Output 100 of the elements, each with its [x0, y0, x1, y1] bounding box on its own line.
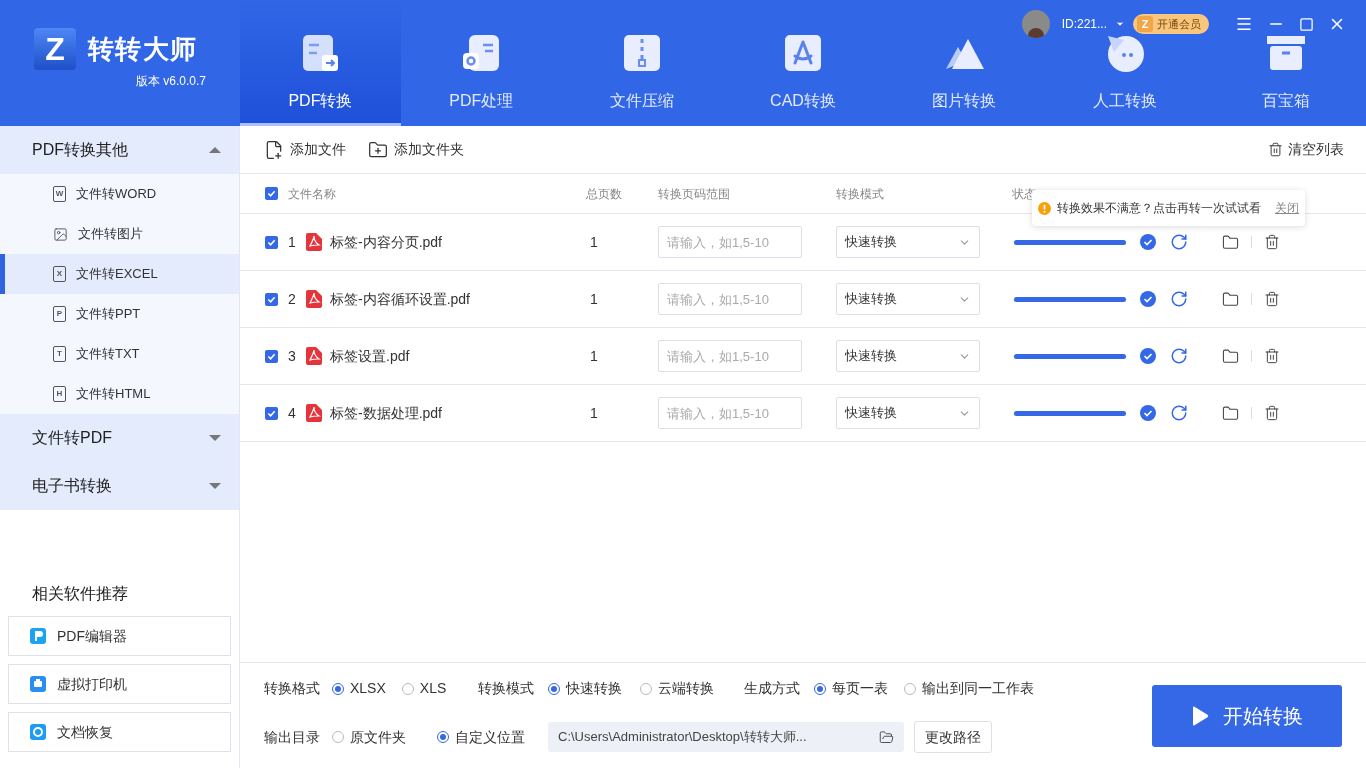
pdf-file-icon	[306, 347, 322, 365]
pdf-file-icon	[306, 233, 322, 251]
radio-option[interactable]: 原文件夹	[332, 726, 427, 748]
folder-icon[interactable]	[1222, 404, 1239, 422]
folder-icon[interactable]	[1222, 347, 1239, 365]
related-app-button[interactable]: 文档恢复	[8, 712, 231, 752]
close-link[interactable]: 关闭	[1275, 199, 1299, 217]
add-folder-button[interactable]: 添加文件夹	[368, 139, 464, 160]
document-gear-icon	[461, 33, 502, 73]
page-count: 1	[589, 403, 599, 423]
sidebar-item[interactable]: P 文件转PPT	[0, 294, 239, 334]
compass-icon	[783, 33, 823, 73]
maximize-icon[interactable]	[1299, 16, 1314, 32]
page-range-input[interactable]: 请输入，如1,5-10	[658, 340, 802, 372]
add-file-icon	[264, 139, 284, 160]
expand-icon	[209, 482, 221, 490]
sidebar-group[interactable]: PDF转换其他	[0, 126, 239, 174]
column-header: 转换模式	[836, 185, 885, 203]
done-check-icon	[1140, 291, 1156, 307]
collapse-icon	[209, 146, 221, 154]
dropdown-icon[interactable]	[1115, 19, 1125, 29]
page-range-input[interactable]: 请输入，如1,5-10	[658, 226, 802, 258]
file-name: 标签设置.pdf	[330, 346, 410, 366]
row-number: 3	[288, 346, 297, 366]
document-icon: P	[53, 306, 66, 322]
page-count: 1	[589, 232, 599, 252]
radio-option[interactable]: XLS	[401, 678, 447, 699]
tooltip-text: 转换效果不满意？点击再转一次试试看	[1057, 200, 1261, 217]
recovery-icon	[29, 723, 47, 741]
printer-icon	[29, 675, 47, 693]
folder-icon[interactable]	[1222, 233, 1239, 251]
app-logo: Z	[34, 28, 76, 70]
checkbox[interactable]	[265, 292, 278, 306]
document-icon: H	[53, 386, 66, 402]
folder-icon[interactable]	[879, 729, 894, 745]
sidebar-group[interactable]: 文件转PDF	[0, 414, 239, 462]
mode-select[interactable]: 快速转换	[836, 226, 980, 258]
mode-select[interactable]: 快速转换	[836, 283, 980, 315]
mode-select[interactable]: 快速转换	[836, 397, 980, 429]
mode-select[interactable]: 快速转换	[836, 340, 980, 372]
sidebar-item[interactable]: W 文件转WORD	[0, 174, 239, 214]
account-id[interactable]: ID:221...	[1061, 15, 1107, 33]
path-field[interactable]: C:\Users\Administrator\Desktop\转转大师...	[548, 722, 904, 752]
option-label: 生成方式	[744, 679, 801, 698]
column-header: 文件名称	[288, 185, 337, 203]
sidebar-item[interactable]: T 文件转TXT	[0, 334, 239, 374]
radio-option[interactable]: 快速转换	[548, 678, 623, 699]
trash-icon	[1268, 142, 1283, 157]
column-header: 转换页码范围	[658, 185, 731, 203]
sidebar-item[interactable]: 文件转图片	[0, 214, 239, 254]
add-file-button[interactable]: 添加文件	[264, 139, 346, 160]
delete-icon[interactable]	[1264, 234, 1280, 250]
radio-option[interactable]: 每页一表	[814, 678, 889, 699]
file-name: 标签-内容循环设置.pdf	[330, 289, 470, 309]
row-number: 2	[288, 289, 297, 309]
change-path-button[interactable]: 更改路径	[914, 721, 992, 753]
row-number: 1	[288, 232, 297, 252]
nav-tab[interactable]: CAD转换	[722, 0, 884, 126]
nav-tab[interactable]: 图片转换	[883, 0, 1045, 126]
retry-icon[interactable]	[1170, 290, 1188, 308]
radio-option[interactable]: XLSX	[332, 678, 386, 699]
related-app-button[interactable]: 虚拟打印机	[8, 664, 231, 704]
option-label: 输出目录	[264, 727, 320, 747]
menu-icon[interactable]	[1235, 15, 1253, 33]
retry-icon[interactable]	[1170, 404, 1188, 422]
start-button[interactable]: 开始转换	[1152, 684, 1342, 747]
version-label: 版本 v6.0.0.7	[135, 73, 206, 90]
sidebar-item[interactable]: X 文件转EXCEL	[0, 254, 239, 294]
document-icon: W	[53, 186, 66, 202]
vip-badge[interactable]: Z 开通会员	[1133, 14, 1209, 34]
sidebar-item[interactable]: H 文件转HTML	[0, 374, 239, 414]
pdf-file-icon	[306, 404, 322, 422]
delete-icon[interactable]	[1264, 291, 1280, 307]
folder-icon[interactable]	[1222, 290, 1239, 308]
option-label: 转换模式	[478, 679, 535, 698]
zip-file-icon	[622, 33, 663, 73]
radio-option[interactable]: 自定义位置	[437, 726, 532, 748]
checkbox[interactable]	[265, 235, 278, 249]
radio-option[interactable]: 输出到同一工作表	[904, 678, 1035, 699]
delete-icon[interactable]	[1264, 348, 1280, 364]
checkbox[interactable]	[265, 406, 278, 420]
nav-tab[interactable]: 文件压缩	[561, 0, 723, 126]
option-label: 转换格式	[264, 679, 320, 698]
radio-option[interactable]: 云端转换	[640, 678, 715, 699]
page-range-input[interactable]: 请输入，如1,5-10	[658, 397, 802, 429]
row-number: 4	[288, 403, 297, 423]
related-app-button[interactable]: PDF编辑器	[8, 616, 231, 656]
delete-icon[interactable]	[1264, 405, 1280, 421]
avatar[interactable]	[1021, 10, 1050, 38]
column-header: 总页数	[586, 185, 623, 203]
checkbox[interactable]	[265, 187, 278, 200]
retry-icon[interactable]	[1170, 233, 1188, 251]
sidebar-group[interactable]: 电子书转换	[0, 462, 239, 510]
app-name: 转转大师	[88, 32, 198, 66]
nav-tab[interactable]: PDF处理	[400, 0, 562, 126]
page-range-input[interactable]: 请输入，如1,5-10	[658, 283, 802, 315]
checkbox[interactable]	[265, 349, 278, 363]
retry-icon[interactable]	[1170, 347, 1188, 365]
clear-list-button[interactable]: 清空列表	[1268, 139, 1344, 160]
archive-box-icon	[1265, 33, 1306, 73]
